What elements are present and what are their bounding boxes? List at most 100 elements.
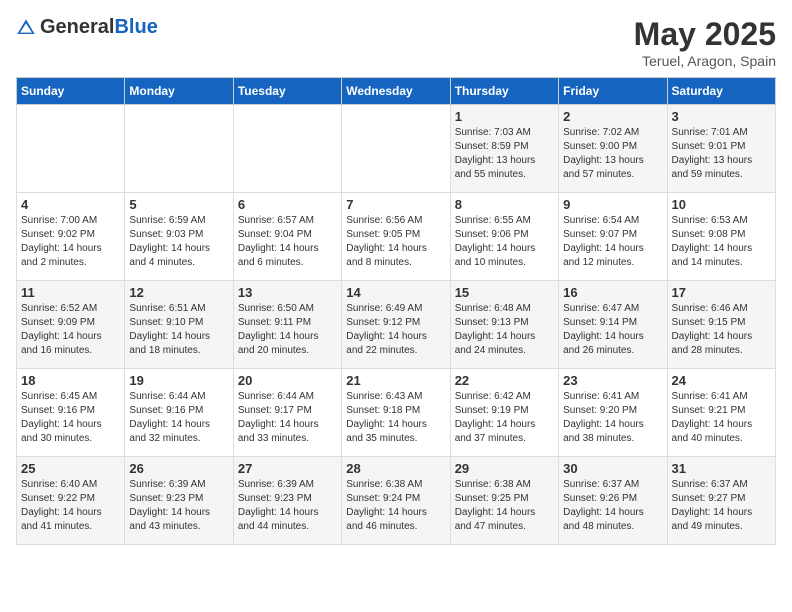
calendar-empty-cell — [17, 105, 125, 193]
day-info: Sunrise: 6:47 AM Sunset: 9:14 PM Dayligh… — [563, 302, 662, 358]
day-number: 3 — [672, 109, 771, 124]
day-number: 2 — [563, 109, 662, 124]
day-info: Sunrise: 6:40 AM Sunset: 9:22 PM Dayligh… — [21, 478, 120, 534]
calendar-day-8: 8 Sunrise: 6:55 AM Sunset: 9:06 PM Daylig… — [450, 193, 558, 281]
calendar-day-6: 6 Sunrise: 6:57 AM Sunset: 9:04 PM Daylig… — [233, 193, 341, 281]
calendar-day-25: 25 Sunrise: 6:40 AM Sunset: 9:22 PM Dayli… — [17, 457, 125, 545]
logo: GeneralBlue — [16, 16, 158, 39]
day-number: 4 — [21, 197, 120, 212]
day-number: 17 — [672, 285, 771, 300]
day-number: 6 — [238, 197, 337, 212]
header-saturday: Saturday — [667, 78, 775, 105]
calendar-week-row: 11Sunrise: 6:52 AM Sunset: 9:09 PM Dayli… — [17, 281, 776, 369]
day-number: 26 — [129, 461, 228, 476]
day-number: 8 — [455, 197, 554, 212]
logo-general: General — [40, 16, 114, 38]
day-number: 22 — [455, 373, 554, 388]
day-info: Sunrise: 6:38 AM Sunset: 9:24 PM Dayligh… — [346, 478, 445, 534]
header-monday: Monday — [125, 78, 233, 105]
day-number: 10 — [672, 197, 771, 212]
day-info: Sunrise: 6:41 AM Sunset: 9:21 PM Dayligh… — [672, 390, 771, 446]
calendar-day-1: 1 Sunrise: 7:03 AM Sunset: 8:59 PM Daylig… — [450, 105, 558, 193]
day-info: Sunrise: 7:01 AM Sunset: 9:01 PM Dayligh… — [672, 126, 771, 182]
calendar-week-row: 25 Sunrise: 6:40 AM Sunset: 9:22 PM Dayli… — [17, 457, 776, 545]
calendar-empty-cell — [233, 105, 341, 193]
day-number: 11 — [21, 285, 120, 300]
day-number: 29 — [455, 461, 554, 476]
calendar-day-29: 29 Sunrise: 6:38 AM Sunset: 9:25 PM Dayli… — [450, 457, 558, 545]
calendar-day-27: 27 Sunrise: 6:39 AM Sunset: 9:23 PM Dayli… — [233, 457, 341, 545]
day-info: Sunrise: 6:37 AM Sunset: 9:27 PM Dayligh… — [672, 478, 771, 534]
day-info: Sunrise: 6:50 AM Sunset: 9:11 PM Dayligh… — [238, 302, 337, 358]
day-info: Sunrise: 6:57 AM Sunset: 9:04 PM Dayligh… — [238, 214, 337, 270]
calendar-day-12: 12Sunrise: 6:51 AM Sunset: 9:10 PM Dayli… — [125, 281, 233, 369]
day-number: 28 — [346, 461, 445, 476]
calendar-day-15: 15Sunrise: 6:48 AM Sunset: 9:13 PM Dayli… — [450, 281, 558, 369]
day-info: Sunrise: 6:45 AM Sunset: 9:16 PM Dayligh… — [21, 390, 120, 446]
calendar-day-14: 14 Sunrise: 6:49 AM Sunset: 9:12 PM Dayli… — [342, 281, 450, 369]
calendar-day-16: 16 Sunrise: 6:47 AM Sunset: 9:14 PM Dayli… — [559, 281, 667, 369]
day-info: Sunrise: 6:39 AM Sunset: 9:23 PM Dayligh… — [129, 478, 228, 534]
day-number: 16 — [563, 285, 662, 300]
day-info: Sunrise: 7:02 AM Sunset: 9:00 PM Dayligh… — [563, 126, 662, 182]
header-thursday: Thursday — [450, 78, 558, 105]
header-wednesday: Wednesday — [342, 78, 450, 105]
calendar-day-30: 30Sunrise: 6:37 AM Sunset: 9:26 PM Dayli… — [559, 457, 667, 545]
day-info: Sunrise: 6:46 AM Sunset: 9:15 PM Dayligh… — [672, 302, 771, 358]
calendar-day-3: 3 Sunrise: 7:01 AM Sunset: 9:01 PM Daylig… — [667, 105, 775, 193]
day-info: Sunrise: 6:38 AM Sunset: 9:25 PM Dayligh… — [455, 478, 554, 534]
day-number: 21 — [346, 373, 445, 388]
calendar-day-18: 18Sunrise: 6:45 AM Sunset: 9:16 PM Dayli… — [17, 369, 125, 457]
logo-blue: Blue — [114, 16, 157, 38]
header-sunday: Sunday — [17, 78, 125, 105]
day-number: 9 — [563, 197, 662, 212]
calendar-table: SundayMondayTuesdayWednesdayThursdayFrid… — [16, 77, 776, 545]
calendar-day-19: 19Sunrise: 6:44 AM Sunset: 9:16 PM Dayli… — [125, 369, 233, 457]
calendar-day-9: 9 Sunrise: 6:54 AM Sunset: 9:07 PM Daylig… — [559, 193, 667, 281]
day-number: 7 — [346, 197, 445, 212]
calendar-day-20: 20 Sunrise: 6:44 AM Sunset: 9:17 PM Dayli… — [233, 369, 341, 457]
day-number: 15 — [455, 285, 554, 300]
day-number: 14 — [346, 285, 445, 300]
calendar-week-row: 18Sunrise: 6:45 AM Sunset: 9:16 PM Dayli… — [17, 369, 776, 457]
calendar-empty-cell — [342, 105, 450, 193]
calendar-day-5: 5 Sunrise: 6:59 AM Sunset: 9:03 PM Daylig… — [125, 193, 233, 281]
calendar-day-7: 7 Sunrise: 6:56 AM Sunset: 9:05 PM Daylig… — [342, 193, 450, 281]
calendar-day-26: 26 Sunrise: 6:39 AM Sunset: 9:23 PM Dayli… — [125, 457, 233, 545]
day-info: Sunrise: 6:56 AM Sunset: 9:05 PM Dayligh… — [346, 214, 445, 270]
day-info: Sunrise: 6:42 AM Sunset: 9:19 PM Dayligh… — [455, 390, 554, 446]
logo-icon — [16, 18, 36, 38]
day-info: Sunrise: 7:03 AM Sunset: 8:59 PM Dayligh… — [455, 126, 554, 182]
calendar-day-13: 13 Sunrise: 6:50 AM Sunset: 9:11 PM Dayli… — [233, 281, 341, 369]
day-number: 31 — [672, 461, 771, 476]
day-info: Sunrise: 6:59 AM Sunset: 9:03 PM Dayligh… — [129, 214, 228, 270]
day-number: 30 — [563, 461, 662, 476]
calendar-header-row: SundayMondayTuesdayWednesdayThursdayFrid… — [17, 78, 776, 105]
calendar-empty-cell — [125, 105, 233, 193]
day-number: 13 — [238, 285, 337, 300]
day-number: 1 — [455, 109, 554, 124]
day-info: Sunrise: 7:00 AM Sunset: 9:02 PM Dayligh… — [21, 214, 120, 270]
day-number: 12 — [129, 285, 228, 300]
calendar-day-17: 17 Sunrise: 6:46 AM Sunset: 9:15 PM Dayli… — [667, 281, 775, 369]
day-number: 5 — [129, 197, 228, 212]
calendar-day-10: 10Sunrise: 6:53 AM Sunset: 9:08 PM Dayli… — [667, 193, 775, 281]
day-info: Sunrise: 6:41 AM Sunset: 9:20 PM Dayligh… — [563, 390, 662, 446]
day-number: 20 — [238, 373, 337, 388]
day-number: 24 — [672, 373, 771, 388]
calendar-day-31: 31 Sunrise: 6:37 AM Sunset: 9:27 PM Dayli… — [667, 457, 775, 545]
day-number: 25 — [21, 461, 120, 476]
calendar-week-row: 4 Sunrise: 7:00 AM Sunset: 9:02 PM Daylig… — [17, 193, 776, 281]
calendar-day-11: 11Sunrise: 6:52 AM Sunset: 9:09 PM Dayli… — [17, 281, 125, 369]
calendar-day-4: 4 Sunrise: 7:00 AM Sunset: 9:02 PM Daylig… — [17, 193, 125, 281]
day-info: Sunrise: 6:55 AM Sunset: 9:06 PM Dayligh… — [455, 214, 554, 270]
day-number: 27 — [238, 461, 337, 476]
day-info: Sunrise: 6:49 AM Sunset: 9:12 PM Dayligh… — [346, 302, 445, 358]
day-info: Sunrise: 6:54 AM Sunset: 9:07 PM Dayligh… — [563, 214, 662, 270]
header-tuesday: Tuesday — [233, 78, 341, 105]
day-info: Sunrise: 6:39 AM Sunset: 9:23 PM Dayligh… — [238, 478, 337, 534]
month-title: May 2025 — [634, 16, 776, 53]
calendar-day-28: 28 Sunrise: 6:38 AM Sunset: 9:24 PM Dayli… — [342, 457, 450, 545]
day-info: Sunrise: 6:43 AM Sunset: 9:18 PM Dayligh… — [346, 390, 445, 446]
day-info: Sunrise: 6:44 AM Sunset: 9:17 PM Dayligh… — [238, 390, 337, 446]
